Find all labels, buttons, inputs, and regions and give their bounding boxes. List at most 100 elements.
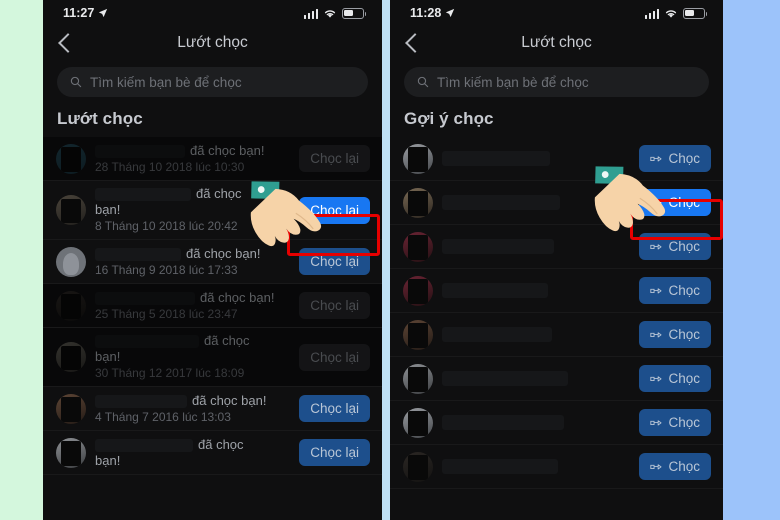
poke-button-label: Chọc — [668, 283, 700, 298]
poke-back-button-label: Chọc lại — [310, 349, 359, 365]
list-item[interactable]: Chọc — [390, 357, 723, 401]
back-chevron-icon[interactable] — [58, 33, 78, 53]
table-row[interactable]: đã chọc bạn! 30 Tháng 12 2017 lúc 18:09 Chọ… — [43, 328, 382, 387]
list-item[interactable]: Chọc — [390, 181, 723, 225]
row-body — [442, 458, 639, 476]
status-bar: 11:27 — [43, 0, 382, 26]
page-title: Lướt chọc — [177, 34, 248, 51]
row-body — [442, 414, 639, 432]
location-arrow-icon — [446, 8, 455, 18]
row-body: đã chọc bạn! 28 Tháng 10 2018 lúc 10:30 — [95, 143, 299, 175]
redacted-name — [442, 326, 552, 342]
row-body — [442, 282, 639, 300]
search-input[interactable]: Tìm kiếm bạn bè để chọc — [404, 67, 709, 97]
poke-message-text-cont: bạn! — [95, 452, 121, 468]
avatar — [403, 407, 433, 438]
pointing-hand-icon — [650, 200, 662, 206]
poke-back-button[interactable]: Chọc lại — [299, 196, 370, 224]
poke-button[interactable]: Chọc — [639, 233, 711, 260]
poke-message: đã chọc bạn! — [95, 437, 293, 469]
avatar — [56, 393, 86, 424]
list-item[interactable]: Chọc — [390, 269, 723, 313]
poke-back-button[interactable]: Chọc lại — [299, 292, 370, 319]
list-item[interactable]: Chọc — [390, 137, 723, 181]
poke-button[interactable]: Chọc — [639, 321, 711, 348]
poke-message: đã chọc bạn! — [95, 143, 293, 159]
row-body: đã chọc bạn! 25 Tháng 5 2018 lúc 23:47 — [95, 290, 299, 322]
pointing-hand-icon — [650, 332, 662, 338]
poke-message: đã chọc bạn! — [95, 246, 293, 262]
avatar — [403, 275, 433, 306]
back-chevron-icon[interactable] — [405, 33, 425, 53]
poke-button[interactable]: Chọc — [639, 189, 711, 216]
poke-back-button-label: Chọc lại — [310, 151, 359, 166]
poke-button-label: Chọc — [668, 327, 700, 342]
poke-button[interactable]: Chọc — [639, 453, 711, 480]
poke-button[interactable]: Chọc — [639, 365, 711, 392]
poke-back-button[interactable]: Chọc lại — [299, 343, 370, 371]
table-row[interactable]: đã chọc bạn! 28 Tháng 10 2018 lúc 10:30 Ch… — [43, 137, 382, 181]
left-phone-screen: 11:27 Lướt chọc Tìm kiếm bạn bè để chọc — [43, 0, 382, 520]
avatar — [403, 231, 433, 262]
left-background-gutter — [0, 0, 43, 520]
poke-back-button[interactable]: Chọc lại — [299, 395, 370, 422]
poke-message: đã chọc bạn! — [95, 333, 293, 365]
table-row[interactable]: đã chọc bạn! 4 Tháng 7 2016 lúc 13:03 Chọc… — [43, 387, 382, 431]
poke-button[interactable]: Chọc — [639, 409, 711, 436]
search-placeholder: Tìm kiếm bạn bè để chọc — [437, 74, 589, 90]
list-item[interactable]: Chọc — [390, 225, 723, 269]
poke-message-text: đã chọc — [198, 436, 244, 452]
redacted-name — [442, 414, 564, 430]
avatar — [403, 363, 433, 394]
poke-timestamp: 25 Tháng 5 2018 lúc 23:47 — [95, 306, 238, 321]
poke-timestamp: 4 Tháng 7 2016 lúc 13:03 — [95, 409, 231, 424]
poke-back-button[interactable]: Chọc lại — [299, 248, 370, 275]
list-item[interactable]: Chọc — [390, 401, 723, 445]
table-row[interactable]: đã chọc bạn! 25 Tháng 5 2018 lúc 23:47 Chọ… — [43, 284, 382, 328]
redacted-name — [95, 291, 195, 305]
section-heading-right: Gợi ý chọc — [404, 109, 494, 128]
poke-message: đã chọc bạn! — [95, 186, 293, 218]
poke-button-label: Chọc — [668, 371, 700, 386]
poke-back-button[interactable]: Chọc lại — [299, 145, 370, 172]
row-body — [442, 326, 639, 344]
list-item[interactable]: Chọc — [390, 313, 723, 357]
poke-timestamp: 30 Tháng 12 2017 lúc 18:09 — [95, 366, 245, 380]
list-item[interactable]: Chọc — [390, 445, 723, 489]
poke-back-button-label: Chọc lại — [310, 445, 359, 460]
redacted-name — [442, 194, 560, 210]
poke-button-label: Chọc — [668, 415, 700, 430]
poke-message-text-cont: bạn! — [95, 202, 121, 217]
avatar — [56, 143, 86, 174]
poke-back-button[interactable]: Chọc lại — [299, 439, 370, 466]
pointing-hand-icon — [650, 288, 662, 294]
table-row[interactable]: đã chọc bạn! Chọc lại — [43, 431, 382, 475]
pointing-hand-icon — [650, 376, 662, 382]
poke-button[interactable]: Chọc — [639, 145, 711, 172]
poke-message-text: đã chọc bạn! — [192, 392, 267, 408]
pointing-hand-icon — [650, 244, 662, 250]
poke-message-text: đã chọc bạn! — [190, 142, 265, 158]
status-bar-time: 11:28 — [410, 6, 442, 20]
right-background-gutter — [723, 0, 780, 520]
row-body — [442, 194, 639, 212]
status-bar-time: 11:27 — [63, 6, 95, 20]
poke-message-text-cont: bạn! — [95, 349, 121, 364]
redacted-name — [95, 335, 199, 349]
location-arrow-icon — [99, 8, 108, 18]
poke-message-text: đã chọc bạn! — [186, 245, 261, 261]
pointing-hand-icon — [650, 420, 662, 426]
poke-back-button-label: Chọc lại — [310, 202, 359, 218]
poke-button[interactable]: Chọc — [639, 277, 711, 304]
poke-back-button-label: Chọc lại — [310, 254, 359, 269]
row-body: đã chọc bạn! 8 Tháng 10 2018 lúc 20:42 — [95, 186, 299, 234]
poke-timestamp: 8 Tháng 10 2018 lúc 20:42 — [95, 219, 238, 233]
wifi-icon — [324, 9, 336, 18]
table-row[interactable]: đã chọc bạn! 16 Tháng 9 2018 lúc 17:33 Chọ… — [43, 240, 382, 284]
page-title: Lướt chọc — [521, 34, 592, 51]
avatar — [56, 342, 86, 372]
table-row[interactable]: đã chọc bạn! 8 Tháng 10 2018 lúc 20:42 Chọc… — [43, 181, 382, 240]
poke-suggestions-list: Chọc Chọc Chọc Chọc Chọc Chọc Chọc Chọc — [390, 137, 723, 489]
search-input[interactable]: Tìm kiếm bạn bè để chọc — [57, 67, 368, 97]
redacted-name — [442, 238, 554, 254]
